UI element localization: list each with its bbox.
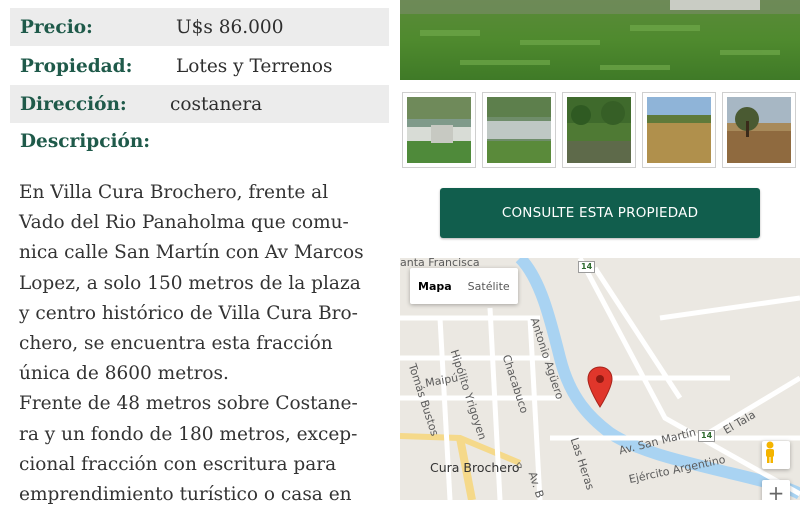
description-line: y centro histórico de Villa Cura Bro- [19,302,358,324]
street-view-pegman-icon[interactable] [762,441,790,469]
thumbnail-strip [400,92,800,170]
thumbnail-trees-shore[interactable] [562,92,636,168]
location-map[interactable]: anta Francisca 14 Hipólito Yrigoyen Anto… [400,258,800,500]
price-row: Precio: U$s 86.000 [10,8,389,46]
description-line: chero, se encuentra esta fracción [19,333,333,355]
map-type-satellite-button[interactable]: Satélite [460,268,518,304]
property-type-value: Lotes y Terrenos [176,55,333,77]
price-value: U$s 86.000 [176,16,284,38]
map-label-cura-brochero: Cura Brochero [430,460,520,475]
description-line: ra y un fondo de 180 metros, excep- [19,423,358,445]
description-line: cional fracción con escritura para [19,453,337,475]
location-pin-icon[interactable] [587,366,613,408]
description-text: En Villa Cura Brochero, frente al Vado d… [19,178,379,510]
price-label: Precio: [20,16,93,38]
museum-icon: ⌂ [516,460,523,471]
route-14-badge-bottom: 14 [698,430,716,442]
contact-property-button[interactable]: CONSULTE ESTA PROPIEDAD [440,188,760,238]
description-line: Vado del Rio Panaholma que comu- [19,212,349,234]
description-line: Frente de 48 metros sobre Costane- [19,393,358,415]
property-type-label: Propiedad: [20,55,133,77]
address-label: Dirección: [20,93,127,115]
thumbnail-tree-field[interactable] [722,92,796,168]
main-photo[interactable] [400,0,800,80]
address-row: Dirección: costanera [10,85,389,123]
description-line: En Villa Cura Brochero, frente al [19,182,329,203]
description-label: Descripción: [20,131,151,152]
map-type-map-button[interactable]: Mapa [410,268,460,304]
description-line: única de 8600 metros. [19,363,229,385]
thumbnail-dry-field[interactable] [642,92,716,168]
zoom-in-button[interactable]: + [762,480,790,500]
map-type-control: Mapa Satélite [410,268,518,304]
route-14-badge-top: 14 [578,261,596,273]
thumbnail-river-crossing[interactable] [402,92,476,168]
thumbnail-river-ford[interactable] [482,92,556,168]
property-type-row: Propiedad: Lotes y Terrenos [10,47,389,85]
description-line: emprendimiento turístico o casa en [19,484,352,506]
description-line: nica calle San Martín con Av Marcos [19,242,364,264]
description-line: Lopez, a solo 150 metros de la plaza [19,272,361,294]
address-value: costanera [170,93,263,115]
